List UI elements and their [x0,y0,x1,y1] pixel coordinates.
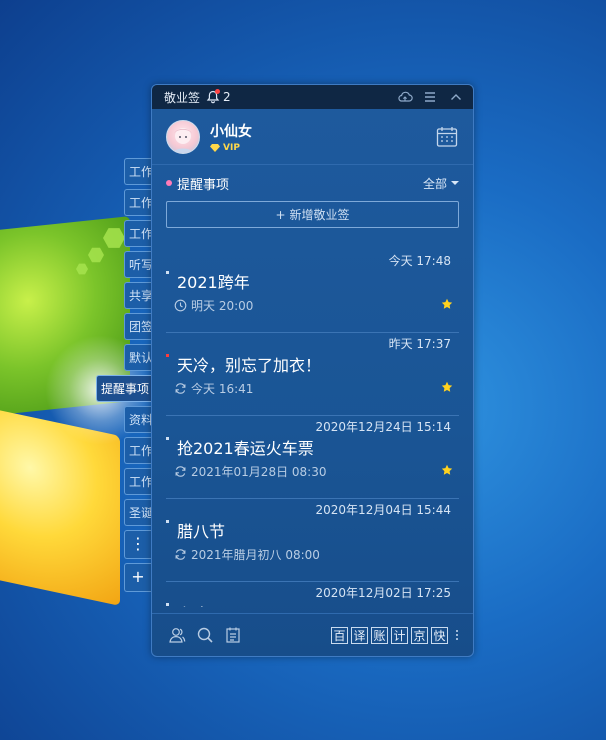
search-icon[interactable] [196,626,214,644]
section-header: 提醒事项 全部 [152,165,473,201]
note-time: 2020年12月02日 17:25 [315,586,451,600]
side-tab[interactable]: 团签 [124,313,152,340]
note-time: 2020年12月04日 15:44 [315,503,451,517]
note-title: 天冷，别忘了加衣！ [177,356,322,375]
contacts-icon[interactable] [168,626,186,644]
side-tab[interactable]: 资料 [124,406,152,433]
side-tab[interactable]: 工作 [124,158,152,185]
note-reminder-text: 2021年01月28日 08:30 [191,465,327,479]
note-time: 今天 17:48 [388,254,451,268]
group-tabs: 工作 工作 工作 听写 共享 团签 默认 提醒事项 资料 工作 工作 圣诞 ⋮ … [96,158,152,596]
note-title: 抢2021春运火车票 [177,439,314,458]
calendar-icon[interactable] [435,125,459,149]
side-tab[interactable]: 工作 [124,220,152,247]
title-bar: 敬业签 2 [152,85,473,109]
note-reminder: 2021年01月28日 08:30 [174,463,326,480]
repeat-icon [175,466,186,477]
note-item[interactable]: 今天 17:48 2021跨年 明天 20:00 [166,250,459,333]
note-item[interactable]: 2020年12月02日 17:25 上班 [166,582,459,607]
notes-icon[interactable] [224,626,242,644]
note-time: 昨天 17:37 [388,337,451,351]
note-marker-alert [166,354,169,357]
note-title: 上班 [177,601,209,607]
menu-icon[interactable] [423,90,439,104]
note-title: 腊八节 [177,522,226,541]
tool-ledger-button[interactable]: 账 [371,626,388,644]
collapse-icon[interactable] [449,90,465,104]
side-tab[interactable]: 听写 [124,251,152,278]
cloud-sync-icon[interactable] [397,90,413,104]
tool-translate-button[interactable]: 译 [351,626,368,644]
tool-jd-button[interactable]: 京 [411,626,428,644]
add-tab-button[interactable]: + [124,563,151,592]
quick-tools: 百 译 账 计 京 快 [331,626,459,644]
note-reminder: 今天 16:41 [174,380,253,397]
user-name: 小仙女 [210,123,252,140]
tool-express-button[interactable]: 快 [431,626,448,644]
plus-icon: + [131,567,145,586]
app-title: 敬业签 [164,90,201,105]
note-reminder: 2021年腊月初八 08:00 [174,546,320,563]
note-reminder-text: 明天 20:00 [191,299,254,313]
note-reminder-text: 2021年腊月初八 08:00 [191,548,320,562]
side-tab-active[interactable]: 提醒事项 [96,375,152,402]
note-item[interactable]: 昨天 17:37 天冷，别忘了加衣！ 今天 16:41 [166,333,459,416]
more-tabs-button[interactable]: ⋮ [124,530,151,559]
diamond-icon [210,143,220,152]
note-time: 2020年12月24日 15:14 [315,420,451,434]
plus-icon: + [275,207,286,222]
vertical-dots-icon: ⋮ [130,534,146,553]
caret-down-icon [451,181,459,185]
side-tab[interactable]: 圣诞 [124,499,152,526]
note-title: 2021跨年 [177,273,250,292]
side-tab[interactable]: 工作 [124,437,152,464]
note-reminder: 明天 20:00 [174,297,253,314]
note-marker [166,603,169,606]
note-marker [166,520,169,523]
notification-count: 2 [223,90,231,104]
repeat-icon [175,549,186,560]
bell-icon[interactable] [206,89,221,104]
notes-panel: 敬业签 2 小仙女 VIP 提醒事项 全部 + 新增敬业签 今天 17:48 2… [151,84,474,657]
note-item[interactable]: 2020年12月04日 15:44 腊八节 2021年腊月初八 08:00 [166,499,459,582]
clock-icon [174,299,187,312]
tool-baidu-button[interactable]: 百 [331,626,348,644]
filter-dropdown[interactable]: 全部 [423,175,459,192]
vip-badge: VIP [210,143,252,153]
tool-calculator-button[interactable]: 计 [391,626,408,644]
note-reminder-text: 今天 16:41 [191,382,254,396]
section-title: 提醒事项 [177,177,230,193]
star-icon[interactable] [441,298,453,310]
note-item[interactable]: 2020年12月24日 15:14 抢2021春运火车票 2021年01月28日… [166,416,459,499]
footer-toolbar: 百 译 账 计 京 快 [152,613,473,656]
section-dot [166,180,172,186]
star-icon[interactable] [441,464,453,476]
add-note-button[interactable]: + 新增敬业签 [166,201,459,228]
user-bar: 小仙女 VIP [152,109,473,165]
more-vertical-icon[interactable] [455,630,459,640]
filter-label: 全部 [422,176,447,191]
side-tab[interactable]: 工作 [124,189,152,216]
star-icon[interactable] [441,381,453,393]
vip-label: VIP [223,142,240,153]
note-marker [166,437,169,440]
add-note-label: 新增敬业签 [289,208,350,222]
avatar[interactable] [166,119,200,154]
side-tab[interactable]: 共享 [124,282,152,309]
side-tab[interactable]: 工作 [124,468,152,495]
notification-dot [215,89,221,94]
side-tab[interactable]: 默认 [124,344,152,371]
notes-list: 今天 17:48 2021跨年 明天 20:00 昨天 17:37 天冷，别忘了… [152,250,473,607]
repeat-icon [175,383,186,394]
note-marker [166,271,169,274]
